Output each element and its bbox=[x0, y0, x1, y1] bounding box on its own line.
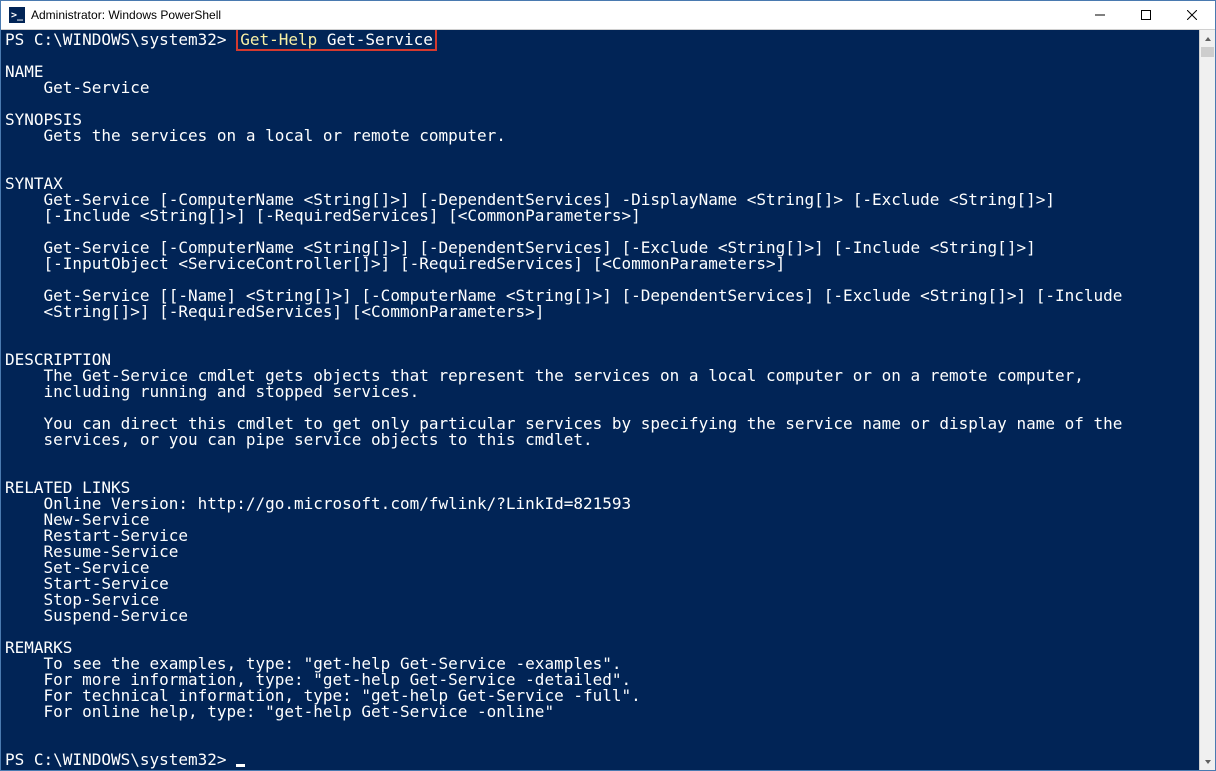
window-controls bbox=[1077, 1, 1215, 29]
description-line: services, or you can pipe service object… bbox=[5, 430, 593, 449]
cmdlet-name: Get-Help bbox=[240, 30, 317, 49]
terminal-area: PS C:\WINDOWS\system32> Get-Help Get-Ser… bbox=[1, 30, 1215, 770]
terminal-output[interactable]: PS C:\WINDOWS\system32> Get-Help Get-Ser… bbox=[1, 30, 1199, 770]
command-highlight: Get-Help Get-Service bbox=[236, 30, 437, 51]
prompt-text: PS C:\WINDOWS\system32> bbox=[5, 30, 236, 49]
maximize-button[interactable] bbox=[1123, 1, 1169, 29]
scrollbar-thumb[interactable] bbox=[1201, 47, 1214, 57]
syntax-line: <String[]>] [-RequiredServices] [<Common… bbox=[5, 302, 544, 321]
powershell-icon: >_ bbox=[9, 7, 25, 23]
remarks-line: For online help, type: "get-help Get-Ser… bbox=[5, 702, 554, 721]
vertical-scrollbar[interactable] bbox=[1199, 30, 1215, 770]
prompt-text: PS C:\WINDOWS\system32> bbox=[5, 750, 236, 769]
related-link: Suspend-Service bbox=[5, 606, 188, 625]
syntax-line: [-InputObject <ServiceController[]>] [-R… bbox=[5, 254, 785, 273]
minimize-button[interactable] bbox=[1077, 1, 1123, 29]
scrollbar-track[interactable] bbox=[1200, 47, 1215, 753]
powershell-window: >_ Administrator: Windows PowerShell PS … bbox=[0, 0, 1216, 771]
synopsis-value: Gets the services on a local or remote c… bbox=[5, 126, 506, 145]
scroll-down-button[interactable] bbox=[1200, 753, 1215, 770]
close-button[interactable] bbox=[1169, 1, 1215, 29]
scroll-up-button[interactable] bbox=[1200, 30, 1215, 47]
name-value: Get-Service bbox=[5, 78, 150, 97]
description-line: including running and stopped services. bbox=[5, 382, 419, 401]
titlebar[interactable]: >_ Administrator: Windows PowerShell bbox=[1, 1, 1215, 30]
cmdlet-arg: Get-Service bbox=[317, 30, 433, 49]
cursor bbox=[236, 764, 245, 767]
syntax-line: [-Include <String[]>] [-RequiredServices… bbox=[5, 206, 641, 225]
window-title: Administrator: Windows PowerShell bbox=[31, 8, 1077, 22]
